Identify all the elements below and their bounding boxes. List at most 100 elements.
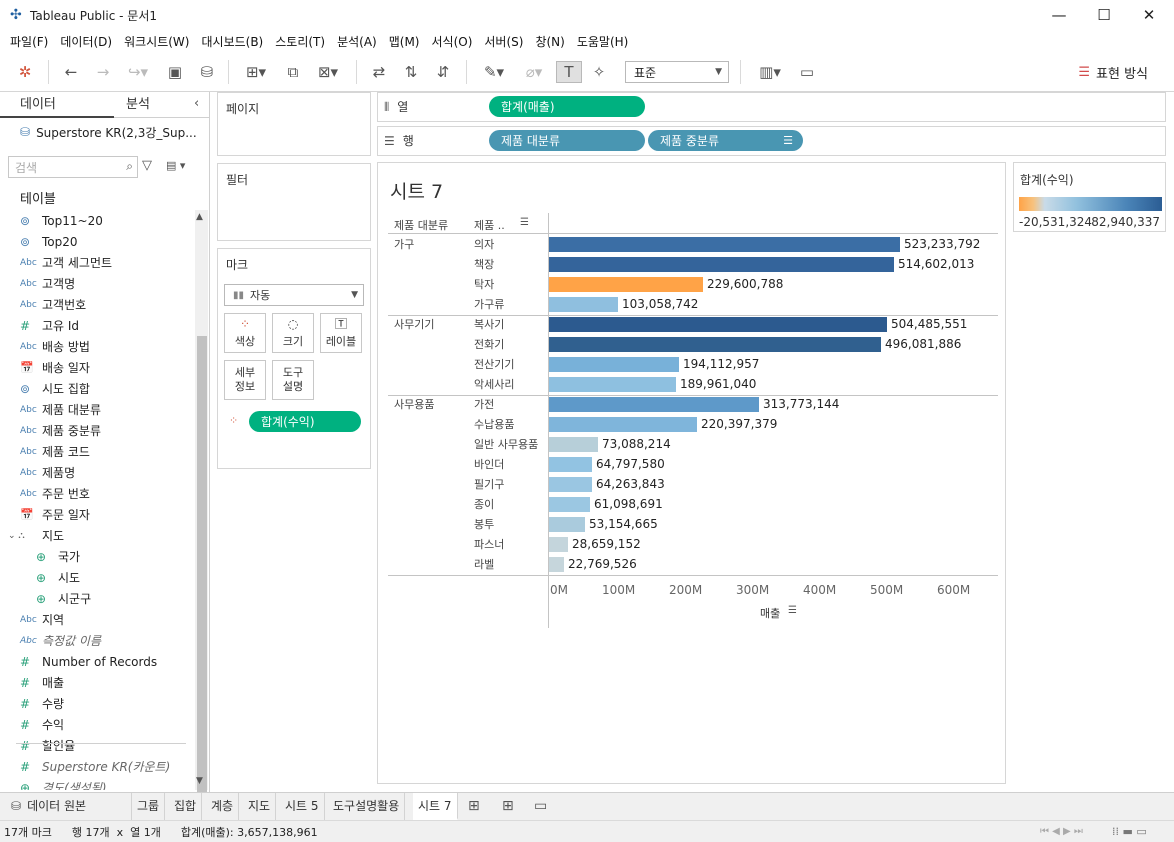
label-mark-button[interactable]: 🅃 레이블 <box>320 313 362 353</box>
show-labels-icon[interactable]: T <box>556 61 582 83</box>
menu-data[interactable]: 데이터(D) <box>54 33 118 50</box>
mark-type-select[interactable]: ▮▮ 자동 ▼ <box>224 284 364 306</box>
subcategory-label[interactable]: 봉투 <box>474 516 494 532</box>
filters-shelf[interactable]: 필터 <box>217 163 371 241</box>
tableau-home-icon[interactable]: ✲ <box>12 61 38 83</box>
tab-group[interactable]: 그룹 <box>132 793 166 820</box>
tab-analysis[interactable]: 분석 <box>106 92 186 118</box>
clear-sheet-icon[interactable]: ⊠▾ <box>310 61 346 83</box>
bar-mark[interactable] <box>549 437 598 452</box>
subcategory-label[interactable]: 필기구 <box>474 476 504 492</box>
swap-icon[interactable]: ⇄ <box>366 61 392 83</box>
bar-mark[interactable] <box>549 557 564 572</box>
field-item[interactable]: Abc 주문 번호 <box>0 483 194 504</box>
field-item[interactable]: ⊕ 시도 <box>0 567 194 588</box>
columns-pill[interactable]: 합계(매출) <box>489 96 645 117</box>
subcategory-label[interactable]: 수납용품 <box>474 416 514 432</box>
sort-ascending-icon[interactable]: ⇅ <box>398 61 424 83</box>
redo-icon[interactable]: → <box>90 61 116 83</box>
subcategory-label[interactable]: 라벨 <box>474 556 494 572</box>
subcategory-label[interactable]: 가전 <box>474 396 494 412</box>
field-item[interactable]: # 매출 <box>0 672 194 693</box>
new-dashboard-tab-icon[interactable]: ⊞ <box>502 798 514 814</box>
subcategory-label[interactable]: 종이 <box>474 496 494 512</box>
menu-worksheet[interactable]: 워크시트(W) <box>118 33 195 50</box>
axis-title[interactable]: 매출 <box>760 605 780 621</box>
field-item[interactable]: Abc 고객번호 <box>0 294 194 315</box>
show-me-button[interactable]: ☰ 표현 방식 <box>1078 63 1148 82</box>
bar-mark[interactable] <box>549 317 887 332</box>
menu-server[interactable]: 서버(S) <box>478 33 529 50</box>
show-cards-icon[interactable]: ▥▾ <box>752 61 788 83</box>
color-pill[interactable]: 합계(수익) <box>249 411 361 432</box>
axis-sort-icon[interactable]: ☰ <box>788 605 797 616</box>
datasource-item[interactable]: ⛁ Superstore KR(2,3강_Sup... <box>0 118 209 146</box>
field-list-scroll-thumb[interactable] <box>197 336 207 814</box>
bar-mark[interactable] <box>549 257 894 272</box>
field-item[interactable]: # Superstore KR(카운트) <box>0 756 194 777</box>
tab-sheet5[interactable]: 시트 5 <box>280 793 325 820</box>
bar-mark[interactable] <box>549 417 697 432</box>
field-item[interactable]: ⊕ 경도(생성됨) <box>0 777 194 791</box>
field-item[interactable]: # 수익 <box>0 714 194 735</box>
pin-icon[interactable]: ✧ <box>586 61 612 83</box>
columns-shelf[interactable]: ⦀ 열 합계(매출) <box>377 92 1166 122</box>
field-item[interactable]: Abc 제품 중분류 <box>0 420 194 441</box>
field-item[interactable]: ⊚ Top11~20 <box>0 210 194 231</box>
subcategory-label[interactable]: 일반 사무용품 <box>474 436 538 452</box>
field-item[interactable]: # 할인율 <box>0 735 194 756</box>
field-item[interactable]: # Number of Records <box>0 651 194 672</box>
new-worksheet-icon[interactable]: ⊞▾ <box>238 61 274 83</box>
group-icon[interactable]: ⌀▾ <box>516 61 552 83</box>
subcategory-label[interactable]: 탁자 <box>474 276 494 292</box>
field-item[interactable]: ⌄ ⛬ 지도 <box>0 525 194 546</box>
field-item[interactable]: Abc 측정값 이름 <box>0 630 194 651</box>
field-item[interactable]: # 고유 Id <box>0 315 194 336</box>
tab-sheet7[interactable]: 시트 7 <box>413 793 458 820</box>
subcategory-label[interactable]: 의자 <box>474 236 494 252</box>
bar-mark[interactable] <box>549 477 592 492</box>
bar-mark[interactable] <box>549 297 618 312</box>
field-item[interactable]: Abc 제품명 <box>0 462 194 483</box>
replay-icon[interactable]: ↪▾ <box>120 61 156 83</box>
sheet-nav-icon[interactable]: ⏮ ◀ ▶ ⏭ <box>1040 826 1083 837</box>
bar-mark[interactable] <box>549 457 592 472</box>
tab-hierarchy[interactable]: 계층 <box>206 793 240 820</box>
field-item[interactable]: # 수량 <box>0 693 194 714</box>
duplicate-sheet-icon[interactable]: ⧉ <box>280 61 306 83</box>
field-item[interactable]: Abc 고객명 <box>0 273 194 294</box>
collapse-pane-icon[interactable]: ‹ <box>194 96 199 111</box>
subcategory-label[interactable]: 파스너 <box>474 536 504 552</box>
menu-window[interactable]: 창(N) <box>529 33 570 50</box>
presentation-mode-icon[interactable]: ▭ <box>794 61 820 83</box>
field-item[interactable]: Abc 배송 방법 <box>0 336 194 357</box>
field-item[interactable]: Abc 제품 대분류 <box>0 399 194 420</box>
category-label[interactable]: 사무기기 <box>394 316 434 332</box>
subcategory-label[interactable]: 바인더 <box>474 456 504 472</box>
new-story-tab-icon[interactable]: ▭ <box>534 798 547 814</box>
bar-mark[interactable] <box>549 357 679 372</box>
tooltip-mark-button[interactable]: 도구 설명 <box>272 360 314 400</box>
tab-datasource[interactable]: ⛁ 데이터 원본 <box>0 793 132 820</box>
pages-shelf[interactable]: 페이지 <box>217 92 371 156</box>
menu-dashboard[interactable]: 대시보드(B) <box>195 33 269 50</box>
subcategory-label[interactable]: 전화기 <box>474 336 504 352</box>
undo-icon[interactable]: ← <box>58 61 84 83</box>
category-label[interactable]: 사무용품 <box>394 396 434 412</box>
bar-mark[interactable] <box>549 497 590 512</box>
field-item[interactable]: ⊕ 국가 <box>0 546 194 567</box>
menu-format[interactable]: 서식(O) <box>426 33 479 50</box>
view-options-icon[interactable]: ▤ ▾ <box>166 159 185 172</box>
field-item[interactable]: Abc 고객 세그먼트 <box>0 252 194 273</box>
close-button[interactable]: ✕ <box>1126 0 1172 30</box>
new-datasource-icon[interactable]: ⛁ <box>194 61 220 83</box>
maximize-button[interactable]: ☐ <box>1081 0 1127 30</box>
bar-mark[interactable] <box>549 517 585 532</box>
field-item[interactable]: Abc 지역 <box>0 609 194 630</box>
tab-set[interactable]: 집합 <box>169 793 203 820</box>
highlight-icon[interactable]: ✎▾ <box>476 61 512 83</box>
header-sort-icon[interactable]: ☰ <box>520 217 529 228</box>
tab-data[interactable]: 데이터 <box>0 92 114 118</box>
menu-analysis[interactable]: 분석(A) <box>331 33 383 50</box>
bar-mark[interactable] <box>549 237 900 252</box>
